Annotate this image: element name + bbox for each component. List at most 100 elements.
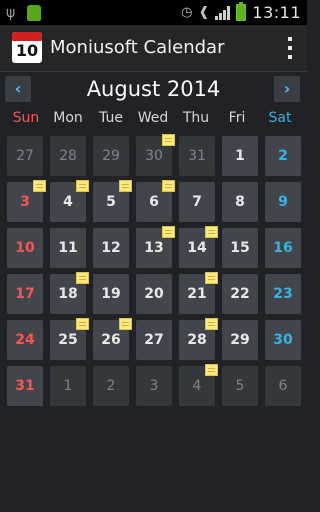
day-cell[interactable]: 30 [265, 320, 301, 360]
app-bar: 10 Moniusoft Calendar [0, 25, 307, 72]
weekday-label-thu: Thu [182, 110, 210, 126]
day-cell[interactable]: 12 [93, 228, 129, 268]
day-cell[interactable]: 8 [222, 182, 258, 222]
day-cell[interactable]: 24 [7, 320, 43, 360]
weekday-label-mon: Mon [53, 110, 83, 126]
day-number: 19 [101, 286, 121, 302]
day-cell[interactable]: 5 [93, 180, 132, 222]
day-number: 28 [59, 148, 77, 164]
day-cell[interactable]: 25 [50, 318, 89, 360]
day-cell[interactable]: 21 [179, 272, 218, 314]
day-number: 21 [187, 286, 207, 302]
day-number: 26 [101, 332, 121, 348]
day-cell[interactable]: 16 [265, 228, 301, 268]
day-cell[interactable]: 14 [179, 226, 218, 268]
month-navigation: ‹ August 2014 › [0, 74, 307, 106]
day-cell[interactable]: 22 [222, 274, 258, 314]
day-cell[interactable]: 31 [7, 366, 43, 406]
day-cell[interactable]: 11 [50, 228, 86, 268]
status-left: ψ [6, 0, 42, 25]
day-number: 3 [149, 378, 159, 394]
day-number: 27 [144, 332, 164, 348]
day-number: 4 [63, 194, 73, 210]
day-number: 6 [278, 378, 288, 394]
day-number: 8 [235, 194, 245, 210]
usb-icon: ψ [6, 4, 16, 21]
day-cell[interactable]: 5 [222, 366, 258, 406]
day-number: 9 [278, 194, 288, 210]
day-cell[interactable]: 17 [7, 274, 43, 314]
day-number: 31 [188, 148, 206, 164]
day-cell[interactable]: 13 [136, 226, 175, 268]
note-icon [76, 318, 89, 330]
app-icon-number: 10 [15, 41, 39, 60]
calendar-app-icon[interactable]: 10 [12, 32, 42, 63]
day-number: 10 [15, 240, 35, 256]
day-number: 5 [235, 378, 245, 394]
day-cell[interactable]: 30 [136, 134, 175, 176]
next-month-button[interactable]: › [274, 76, 300, 102]
day-number: 2 [278, 148, 288, 164]
wifi-icon: ❰ [198, 5, 210, 20]
day-cell[interactable]: 18 [50, 272, 89, 314]
day-number: 3 [20, 194, 30, 210]
day-cell[interactable]: 28 [50, 136, 86, 176]
day-cell[interactable]: 6 [265, 366, 301, 406]
weekday-label-tue: Tue [99, 110, 123, 126]
day-cell[interactable]: 2 [265, 136, 301, 176]
note-icon [205, 318, 218, 330]
day-cell[interactable]: 4 [50, 180, 89, 222]
battery-icon [236, 2, 247, 21]
status-right: ◷ ❰ 13:11 [181, 0, 301, 25]
day-number: 2 [106, 378, 116, 394]
note-icon [119, 318, 132, 330]
day-number: 29 [102, 148, 120, 164]
day-number: 22 [230, 286, 250, 302]
day-cell[interactable]: 3 [136, 366, 172, 406]
day-cell[interactable]: 29 [222, 320, 258, 360]
day-cell[interactable]: 26 [93, 318, 132, 360]
day-number: 11 [58, 240, 78, 256]
day-number: 30 [145, 148, 163, 164]
note-icon [205, 272, 218, 284]
note-icon [162, 226, 175, 238]
day-cell[interactable]: 3 [7, 180, 46, 222]
day-cell[interactable]: 29 [93, 136, 129, 176]
day-number: 1 [63, 378, 73, 394]
weekday-label-sat: Sat [268, 110, 292, 126]
day-number: 18 [58, 286, 78, 302]
day-cell[interactable]: 27 [7, 136, 43, 176]
day-number: 12 [101, 240, 121, 256]
day-cell[interactable]: 7 [179, 182, 215, 222]
day-cell[interactable]: 10 [7, 228, 43, 268]
day-cell[interactable]: 23 [265, 274, 301, 314]
day-cell[interactable]: 9 [265, 182, 301, 222]
android-notification-icon [27, 4, 42, 21]
day-cell[interactable]: 15 [222, 228, 258, 268]
day-cell[interactable]: 28 [179, 318, 218, 360]
day-number: 13 [144, 240, 164, 256]
day-number: 31 [15, 378, 35, 394]
day-cell[interactable]: 4 [179, 364, 218, 406]
day-number: 7 [192, 194, 202, 210]
day-cell[interactable]: 27 [136, 320, 172, 360]
day-number: 6 [149, 194, 159, 210]
day-number: 16 [273, 240, 293, 256]
day-cell[interactable]: 20 [136, 274, 172, 314]
day-number: 5 [106, 194, 116, 210]
status-bar: ψ ◷ ❰ 13:11 [0, 0, 307, 25]
day-number: 4 [192, 378, 202, 394]
note-icon [162, 134, 175, 146]
day-cell[interactable]: 19 [93, 274, 129, 314]
day-cell[interactable]: 1 [50, 366, 86, 406]
day-cell[interactable]: 1 [222, 136, 258, 176]
weekday-label-sun: Sun [12, 110, 40, 126]
day-number: 20 [144, 286, 164, 302]
day-cell[interactable]: 2 [93, 366, 129, 406]
day-cell[interactable]: 31 [179, 136, 215, 176]
overflow-menu-icon[interactable] [285, 37, 295, 59]
day-number: 24 [15, 332, 35, 348]
day-cell[interactable]: 6 [136, 180, 175, 222]
day-number: 28 [187, 332, 207, 348]
day-number: 30 [273, 332, 293, 348]
